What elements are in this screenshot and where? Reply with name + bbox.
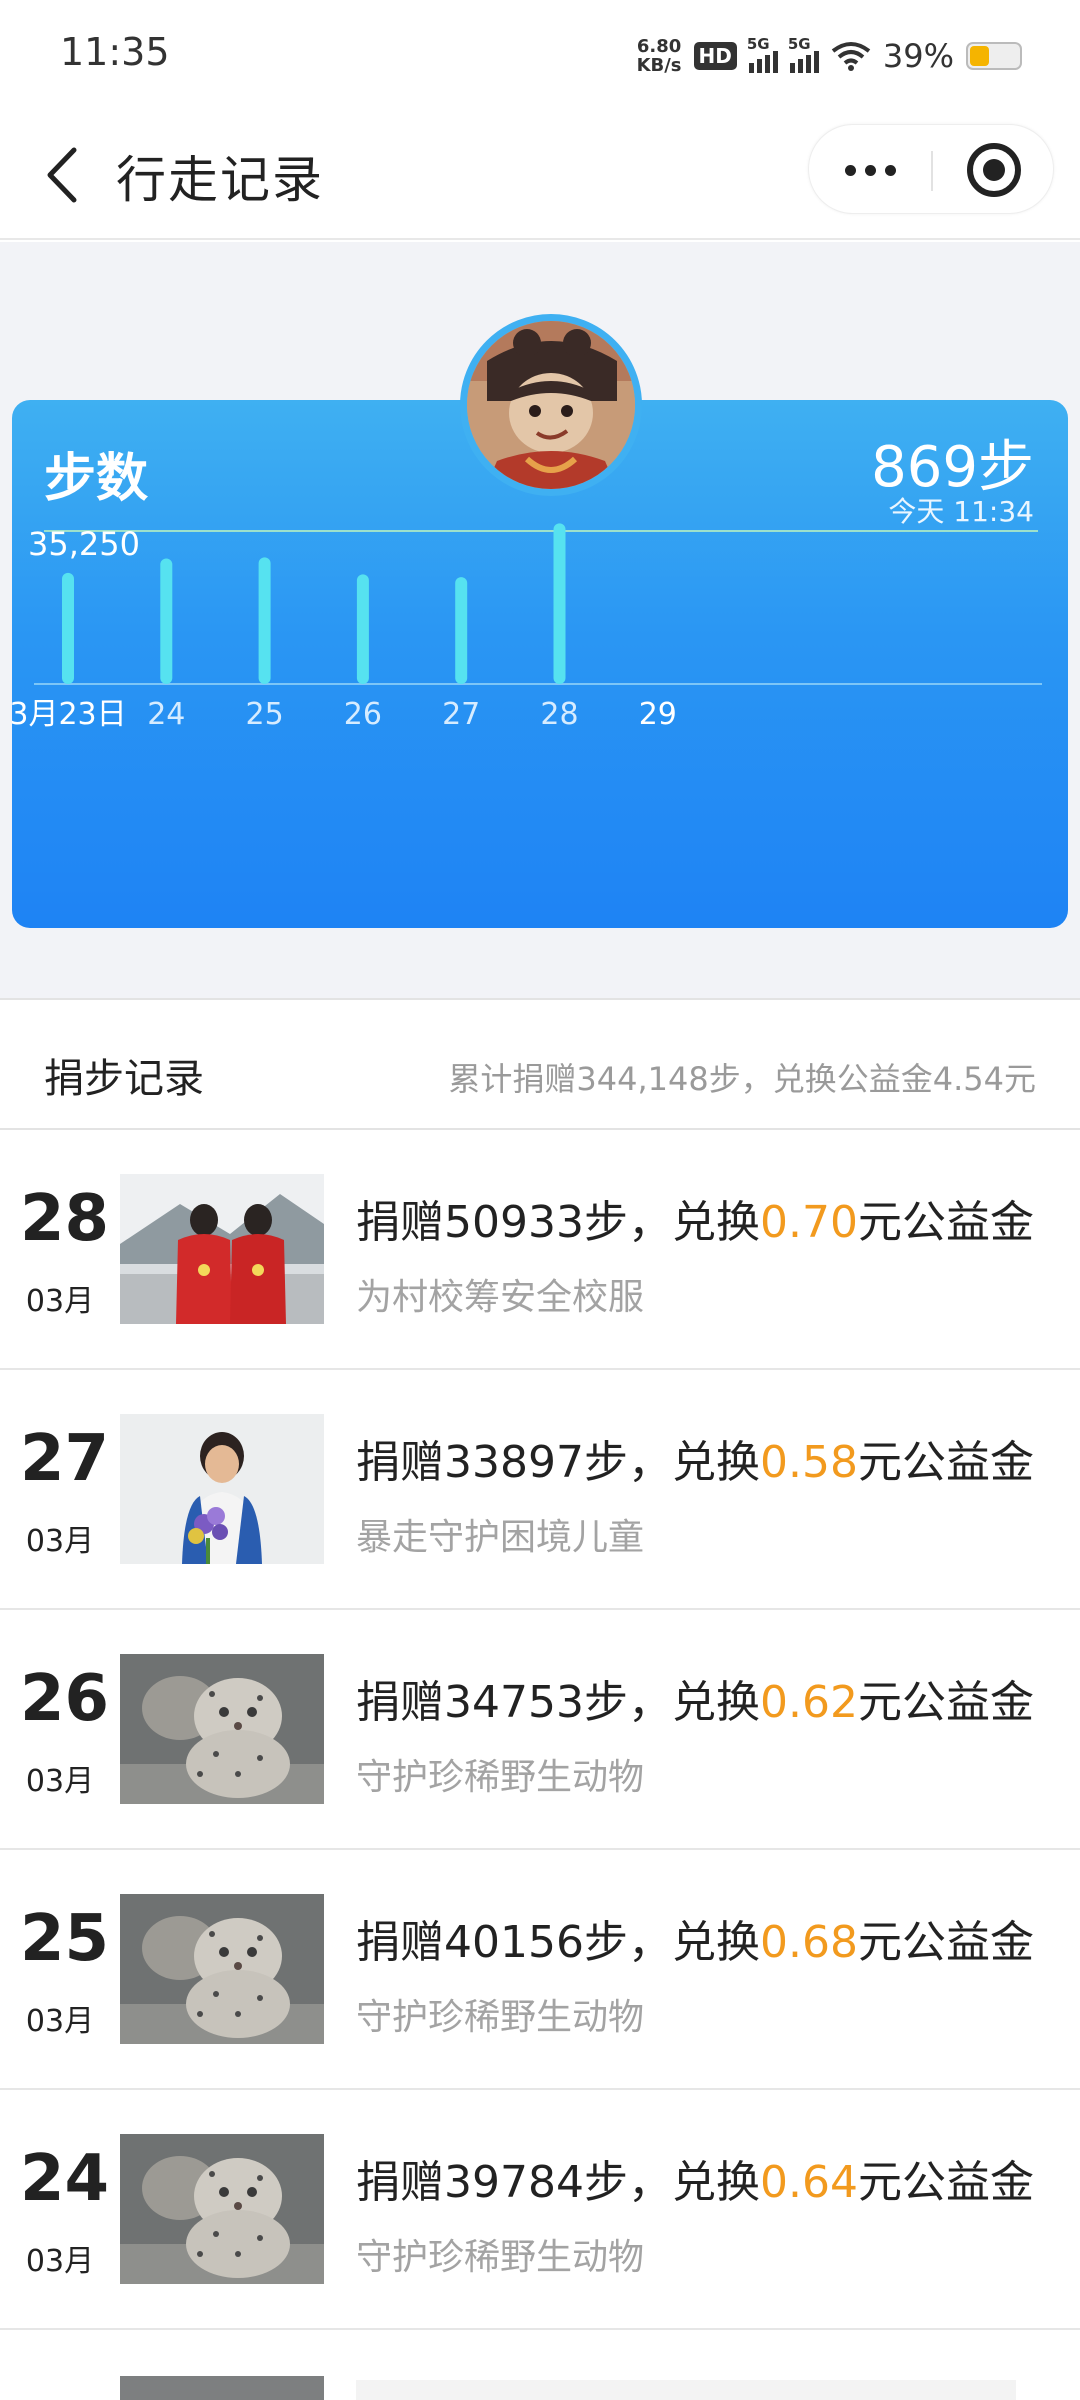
record-month: 03月 <box>25 1764 95 1799</box>
network-speed-unit: KB/s <box>636 55 682 76</box>
record-summary: 捐赠39784步，兑换0.64元公益金 <box>356 2146 1034 2210</box>
list-item-partial <box>0 2330 1080 2400</box>
more-dots-icon[interactable] <box>809 125 931 215</box>
chart-x-tick-label: 25 <box>246 697 284 732</box>
record-amount: 0.68 <box>759 1917 858 1968</box>
avatar-image <box>467 321 635 489</box>
donation-record-item[interactable]: 27 03月 捐赠33897步，兑换0.58元公益金暴走守护困境儿童 <box>0 1370 1080 1610</box>
chart-x-tick-label: 26 <box>344 697 382 732</box>
record-summary: 捐赠34753步，兑换0.62元公益金 <box>356 1666 1034 1730</box>
network-speed-value: 6.80 <box>636 36 682 57</box>
network-speed: 6.80 KB/s <box>637 37 682 75</box>
record-summary: 捐赠33897步，兑换0.58元公益金 <box>356 1426 1034 1490</box>
record-month: 03月 <box>25 2004 95 2039</box>
record-amount-suffix: 元公益金 <box>857 2157 1034 2208</box>
donation-record-item[interactable]: 28 03月 捐赠50933步，兑换0.70元公益金为村校筹安全校服 <box>0 1130 1080 1370</box>
battery-level-fill <box>970 46 989 66</box>
record-day: 24 <box>20 2142 110 2216</box>
chart-x-tick-label: 28 <box>540 697 578 732</box>
record-summary: 捐赠50933步，兑换0.70元公益金 <box>356 1186 1034 1250</box>
record-project: 为村校筹安全校服 <box>356 1277 645 1318</box>
record-project: 暴走守护困境儿童 <box>356 1517 645 1558</box>
donation-header: 捐步记录 累计捐赠344,148步，兑换公益金4.54元 <box>0 998 1080 1130</box>
record-amount: 0.58 <box>759 1437 858 1488</box>
chart-bar[interactable] <box>62 572 74 684</box>
chart-x-tick-label: 29 <box>639 697 677 732</box>
record-amount-suffix: 元公益金 <box>857 1437 1034 1488</box>
donation-record-item[interactable]: 25 03月 捐赠40156步，兑换0.68元公益金守护珍稀野生动物 <box>0 1850 1080 2090</box>
wifi-icon <box>831 42 871 71</box>
battery-icon <box>966 42 1022 70</box>
record-thumbnail <box>120 2134 324 2284</box>
chart-bar[interactable] <box>553 523 566 684</box>
signal-type-label: 5G <box>746 35 770 53</box>
record-amount: 0.62 <box>759 1677 858 1728</box>
record-thumbnail <box>120 1894 324 2044</box>
record-day: 28 <box>20 1182 110 1256</box>
record-steps-text: 捐赠33897步，兑换 <box>356 1437 760 1488</box>
chart-x-tick-label: 24 <box>147 697 185 732</box>
chart-data-label: 35,250 <box>28 525 140 563</box>
donation-summary: 累计捐赠344,148步，兑换公益金4.54元 <box>448 1060 1036 1098</box>
back-icon[interactable] <box>40 140 100 210</box>
record-month: 03月 <box>25 1524 95 1559</box>
record-project: 守护珍稀野生动物 <box>356 2237 645 2278</box>
record-project: 守护珍稀野生动物 <box>356 1757 645 1798</box>
record-steps-text: 捐赠40156步，兑换 <box>356 1917 760 1968</box>
miniprogram-capsule <box>808 124 1054 214</box>
title-bar: 行走记录 <box>0 110 1080 240</box>
chart-bar[interactable] <box>356 574 369 684</box>
status-time: 11:35 <box>60 30 170 74</box>
record-amount-suffix: 元公益金 <box>857 1917 1034 1968</box>
record-amount-suffix: 元公益金 <box>857 1677 1034 1728</box>
steps-section: 步数 869步 今天 11:34 3月23日 24 25 26 27 28 29 35,250 <box>0 242 1080 998</box>
donation-title: 捐步记录 <box>44 1056 204 1102</box>
donation-record-item[interactable]: 24 03月 捐赠39784步，兑换0.64元公益金守护珍稀野生动物 <box>0 2090 1080 2330</box>
record-summary: 捐赠40156步，兑换0.68元公益金 <box>356 1906 1034 1970</box>
record-amount-suffix: 元公益金 <box>857 1197 1034 1248</box>
record-steps-text: 捐赠50933步，兑换 <box>356 1197 760 1248</box>
status-icons: 6.80 KB/s HD 5G 5G 39% <box>637 34 1022 78</box>
record-thumbnail <box>120 1654 324 1804</box>
avatar[interactable] <box>460 314 642 496</box>
record-steps-text: 捐赠39784步，兑换 <box>356 2157 760 2208</box>
signal-type-label: 5G <box>787 35 811 53</box>
record-steps-text: 捐赠34753步，兑换 <box>356 1677 760 1728</box>
record-amount: 0.70 <box>759 1197 858 1248</box>
record-project: 守护珍稀野生动物 <box>356 1997 645 2038</box>
page-title: 行走记录 <box>116 151 324 209</box>
donation-list: 28 03月 捐赠50933步，兑换0.70元公益金 为村校筹安全校服 27 03月 捐赠3… <box>0 1130 1080 2330</box>
chart-x-tick-label: 27 <box>442 697 480 732</box>
chart-bar[interactable] <box>455 577 468 684</box>
chart-bar[interactable] <box>258 557 271 684</box>
record-month: 03月 <box>25 2244 95 2279</box>
record-day: 25 <box>20 1902 110 1976</box>
record-line-partial <box>356 2380 1016 2400</box>
record-day: 27 <box>20 1422 110 1496</box>
chart-bar[interactable] <box>160 558 173 684</box>
hd-voice-icon: HD <box>693 42 737 70</box>
record-amount: 0.64 <box>759 2157 858 2208</box>
signal-icon: 5G <box>788 35 819 73</box>
record-month: 03月 <box>25 1284 95 1319</box>
signal-icon: 5G <box>747 35 778 73</box>
record-day: 26 <box>20 1662 110 1736</box>
chart-x-tick-label: 3月23日 <box>12 697 127 732</box>
record-thumbnail <box>120 2376 324 2400</box>
battery-percent: 39% <box>882 37 954 75</box>
status-bar: 11:35 6.80 KB/s HD 5G 5G 39% <box>0 0 1080 110</box>
record-thumbnail <box>120 1174 324 1324</box>
close-target-icon[interactable] <box>933 125 1055 215</box>
record-thumbnail <box>120 1414 324 1564</box>
donation-record-item[interactable]: 26 03月 捐赠34753步，兑换0.62元公益金守护珍稀野生动物 <box>0 1610 1080 1850</box>
